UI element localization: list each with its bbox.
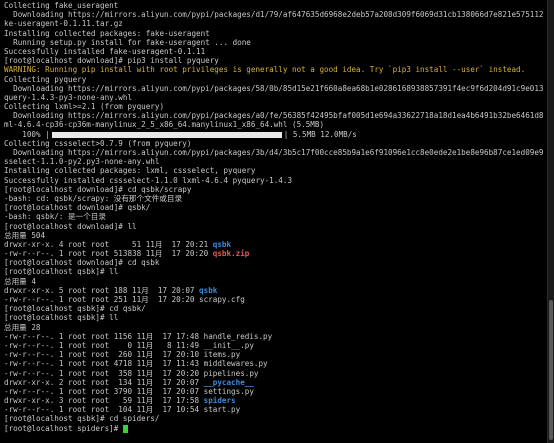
archive-name: qsbk.zip <box>212 249 250 259</box>
listing-meta: drwxr-xr-x. 2 root root 134 11月 17 20:07 <box>4 377 204 387</box>
file-name: start.py <box>203 405 241 415</box>
terminal-line: Collecting pyquery <box>4 74 87 84</box>
listing-row: -rw-r--r--. 1 root root 260 11月 17 20:10… <box>4 350 544 359</box>
terminal-line: [root@localhost qsbk]# ll <box>4 267 119 277</box>
listing-row: -rw-r--r--. 1 root root 358 11月 17 20:20… <box>4 369 544 378</box>
file-name: __init__.py <box>203 340 254 350</box>
listing-row: drwxr-xr-x. 4 root root 51 11月 17 20:21 … <box>4 240 544 249</box>
listing-row: drwxr-xr-x. 5 root root 188 11月 17 20:07… <box>4 286 544 295</box>
file-name: pipelines.py <box>203 368 259 378</box>
terminal-line: ml-4.6.4-cp36-cp36m-manylinux_2_5_x86_64… <box>4 120 325 130</box>
listing-row: drwxr-xr-x. 2 root root 134 11月 17 20:07… <box>4 378 544 387</box>
listing-meta: -rw-r--r--. 1 root root 0 11月 8 11:49 <box>4 340 204 350</box>
directory-name: qsbk <box>199 285 218 295</box>
terminal-line: [root@localhost download]# ll <box>4 221 137 231</box>
terminal-line: WARNING: Running pip install with root p… <box>4 65 526 75</box>
listing-meta: drwxr-xr-x. 3 root root 59 11月 17 17:58 <box>4 396 204 406</box>
terminal-line: 总用量 504 <box>4 230 46 240</box>
listing-meta: -rw-r--r--. 1 root root 104 11月 17 10:54 <box>4 405 204 415</box>
listing-row: -rw-r--r--. 1 root root 104 11月 17 10:54… <box>4 405 544 414</box>
download-progress-line: 100% | | 5.5MB 12.0MB/s <box>4 130 544 139</box>
terminal-line: Running setup.py install for fake-userag… <box>4 37 251 47</box>
listing-meta: -rw-r--r--. 1 root root 4718 11月 17 11:4… <box>4 359 204 369</box>
scrollbar-thumb[interactable] <box>549 300 553 440</box>
terminal-line: -bash: cd: qsbk/scrapy: 没有那个文件或目录 <box>4 193 183 203</box>
directory-name: spiders <box>203 396 236 406</box>
listing-meta: -rw-r--r--. 1 root root 358 11月 17 20:20 <box>4 368 204 378</box>
terminal-line: ke-useragent-0.1.11.tar.gz <box>4 19 123 29</box>
progress-suffix: | 5.5MB 12.0MB/s <box>283 129 357 139</box>
terminal-line: Installing collected packages: lxml, css… <box>4 166 256 176</box>
directory-name: qsbk <box>212 239 232 249</box>
terminal-line: Downloading https://mirrors.aliyun.com/p… <box>4 111 544 121</box>
listing-meta: -rw-r--r--. 1 root root 251 11月 17 20:20 <box>4 295 200 304</box>
listing-row: -rw-r--r--. 1 root root 251 11月 17 20:20… <box>4 295 544 304</box>
terminal-output: Collecting fake_useragent Downloading ht… <box>4 1 544 433</box>
listing-row: -rw-r--r--. 1 root root 1156 11月 17 17:4… <box>4 332 544 341</box>
terminal-line: Collecting lxml>=2.1 (from pyquery) <box>4 102 165 112</box>
listing-meta: drwxr-xr-x. 4 root root 51 11月 17 20:21 <box>4 239 213 249</box>
terminal-line: Collecting fake_useragent <box>4 1 119 10</box>
terminal-line: [root@localhost qsbk]# ll <box>4 313 119 323</box>
file-name: middlewares.py <box>203 359 268 369</box>
file-name: scrapy.cfg <box>199 295 245 304</box>
listing-row: -rw-r--r--. 1 root root 4718 11月 17 11:4… <box>4 359 544 368</box>
file-name: items.py <box>203 350 241 360</box>
listing-row: -rw-r--r--. 1 root root 3790 11月 17 20:0… <box>4 387 544 396</box>
scrollbar[interactable] <box>547 0 554 443</box>
listing-row: -rw-r--r--. 1 root root 513838 11月 17 20… <box>4 249 544 258</box>
terminal-line: -bash: qsbk/: 是一个目录 <box>4 212 106 222</box>
terminal-line: query-1.4.3-py3-none-any.whl <box>4 92 133 102</box>
listing-meta: drwxr-xr-x. 5 root root 188 11月 17 20:07 <box>4 285 200 295</box>
text-cursor <box>122 424 128 433</box>
progress-prefix: 100% | <box>4 129 50 139</box>
terminal-window[interactable]: Collecting fake_useragent Downloading ht… <box>0 0 554 443</box>
listing-meta: -rw-r--r--. 1 root root 3790 11月 17 20:0… <box>4 386 204 396</box>
terminal-line: [root@localhost download]# pip3 install … <box>4 56 219 66</box>
terminal-line: [root@localhost qsbk]# cd qsbk/ <box>4 304 146 314</box>
terminal-line: Installing collected packages: fake-user… <box>4 28 210 38</box>
file-name: handle_redis.py <box>203 331 273 341</box>
terminal-line: 总用量 28 <box>4 322 41 332</box>
directory-name: __pycache__ <box>203 377 254 387</box>
terminal-line: Downloading https://mirrors.aliyun.com/p… <box>4 148 544 157</box>
listing-row: drwxr-xr-x. 3 root root 59 11月 17 17:58 … <box>4 396 544 405</box>
listing-row: -rw-r--r--. 1 root root 0 11月 8 11:49 __… <box>4 341 544 350</box>
terminal-line: Downloading https://mirrors.aliyun.com/p… <box>4 83 544 93</box>
terminal-line: [root@localhost qsbk]# cd spiders/ <box>4 414 160 424</box>
listing-meta: -rw-r--r--. 1 root root 260 11月 17 20:10 <box>4 350 204 360</box>
progress-bar <box>51 131 282 138</box>
terminal-line: Successfully installed fake-useragent-0.… <box>4 46 206 56</box>
listing-meta: -rw-r--r--. 1 root root 1156 11月 17 17:4… <box>4 331 204 341</box>
terminal-line: Collecting cssselect>0.7.9 (from pyquery… <box>4 138 192 148</box>
listing-meta: -rw-r--r--. 1 root root 513838 11月 17 20… <box>4 249 213 259</box>
command-prompt-line[interactable]: [root@localhost spiders]# <box>4 424 544 433</box>
terminal-line: [root@localhost download]# cd qsbk/scrap… <box>4 184 192 194</box>
file-name: settings.py <box>203 386 254 396</box>
terminal-line: sselect-1.1.0-py2.py3-none-any.whl <box>4 157 160 167</box>
terminal-line: [root@localhost download]# qsbk/ <box>4 203 151 213</box>
terminal-line: Successfully installed cssselect-1.1.0 l… <box>4 175 293 185</box>
terminal-line: [root@localhost download]# cd qsbk <box>4 258 160 268</box>
terminal-line: 总用量 4 <box>4 276 36 286</box>
shell-prompt: [root@localhost spiders]# <box>4 423 123 433</box>
terminal-line: Downloading https://mirrors.aliyun.com/p… <box>4 10 544 20</box>
